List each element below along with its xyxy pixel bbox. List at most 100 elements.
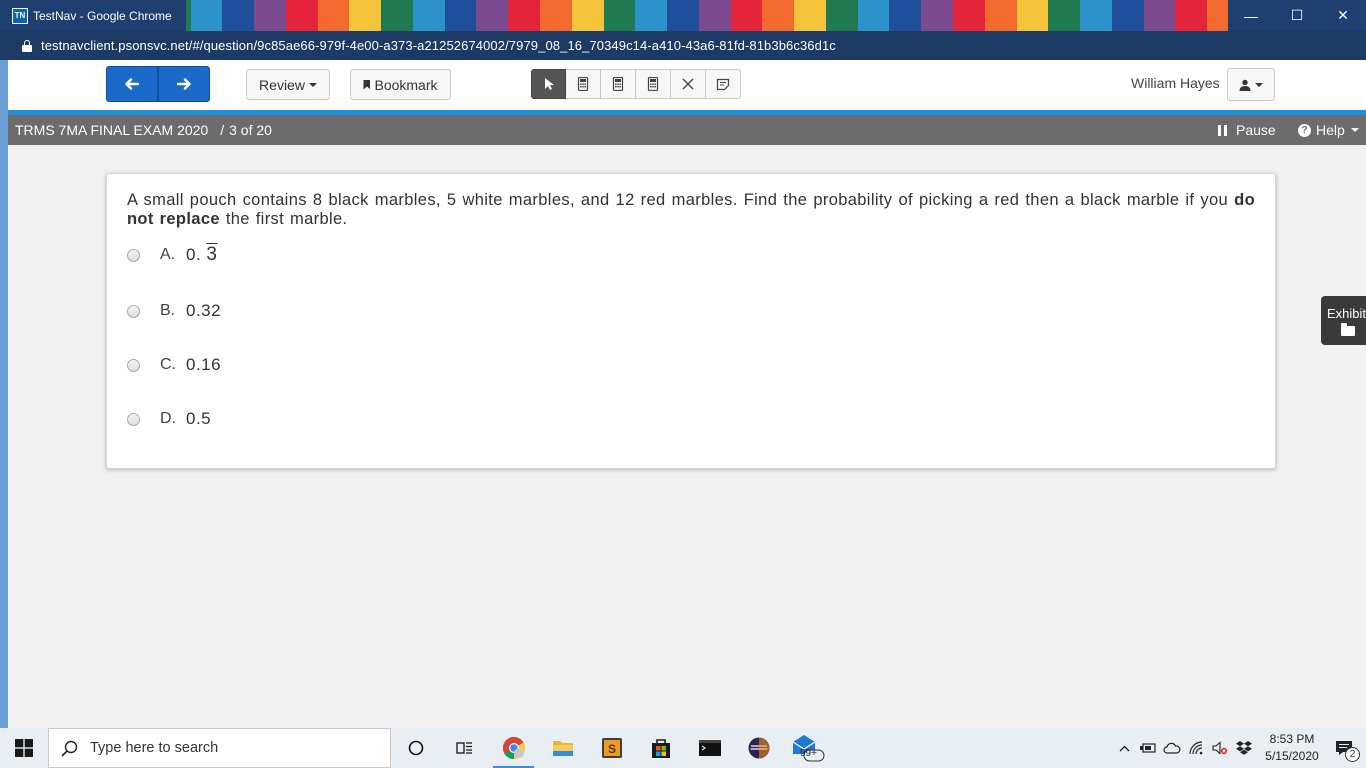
file-explorer-button[interactable]	[538, 728, 587, 768]
battery-plug-icon	[1140, 743, 1156, 753]
title-bar-stripe	[190, 0, 223, 31]
option-letter: C.	[160, 356, 176, 373]
repeating-digit: 3	[206, 244, 218, 265]
wifi-tray-icon[interactable]	[1184, 728, 1208, 768]
action-center-button[interactable]: 2	[1322, 728, 1366, 768]
battery-tray-icon[interactable]	[1136, 728, 1160, 768]
calculator-tool-button-2[interactable]	[601, 69, 636, 99]
test-name: TRMS 7MA FINAL EXAM 2020	[15, 122, 209, 138]
pause-button[interactable]: Pause	[1218, 122, 1276, 138]
previous-question-button[interactable]	[106, 66, 158, 102]
option-value: 0.16	[186, 355, 222, 374]
calculator-icon	[577, 77, 589, 91]
clock-date: 5/15/2020	[1265, 749, 1319, 763]
testnav-favicon-icon: TN	[12, 7, 28, 24]
title-bar-stripe	[1111, 0, 1144, 31]
chrome-taskbar-button[interactable]	[489, 728, 538, 768]
user-menu-button[interactable]	[1227, 68, 1275, 101]
terminal-button[interactable]	[685, 728, 734, 768]
title-bar-stripe	[476, 0, 509, 31]
option-letter: A.	[160, 246, 176, 263]
option-value-prefix: 0.	[186, 245, 202, 264]
close-button[interactable]: ✕	[1320, 0, 1366, 31]
test-info-bar: TRMS 7MA FINAL EXAM 2020 / 3 of 20 Pause…	[8, 115, 1366, 145]
browser-tab[interactable]: TN TestNav - Google Chrome	[0, 0, 186, 31]
option-letter: B.	[160, 302, 176, 319]
pause-icon	[1218, 124, 1227, 136]
radio-button[interactable]	[127, 358, 140, 372]
search-icon	[61, 740, 78, 757]
help-icon: ?	[1298, 123, 1311, 137]
title-bar-stripe	[635, 0, 668, 31]
taskbar-search-box[interactable]: Type here to search	[48, 728, 391, 768]
pointer-tool-button[interactable]	[531, 69, 566, 99]
system-clock[interactable]: 8:53 PM 5/15/2020	[1262, 731, 1322, 765]
svg-text:S: S	[607, 742, 615, 756]
start-button[interactable]	[0, 728, 48, 768]
sublime-button[interactable]: S	[587, 728, 636, 768]
title-bar-stripe	[698, 0, 731, 31]
title-bar-stripe	[508, 0, 541, 31]
show-hidden-icons-button[interactable]	[1112, 728, 1136, 768]
title-bar-stripe	[667, 0, 699, 31]
answer-option-b[interactable]: B. 0.32	[127, 296, 221, 326]
title-bar-stripe	[412, 0, 445, 31]
answer-option-d[interactable]: D. 0.5	[127, 404, 211, 434]
title-bar-stripe	[1175, 0, 1208, 31]
cloud-icon	[1163, 742, 1181, 754]
next-question-button[interactable]	[158, 66, 210, 102]
calculator-tool-button-3[interactable]	[636, 69, 671, 99]
clock-time: 8:53 PM	[1269, 732, 1315, 746]
minimize-button[interactable]: —	[1228, 0, 1274, 31]
bookmark-label: Bookmark	[374, 76, 438, 93]
review-button[interactable]: Review	[246, 69, 330, 100]
maximize-button[interactable]: ☐	[1274, 0, 1320, 31]
title-bar-stripe	[825, 0, 858, 31]
url-text[interactable]: testnavclient.psonsvc.net/#/question/9c8…	[41, 38, 836, 53]
answer-option-c[interactable]: C. 0.16	[127, 350, 221, 380]
title-bar-stripe	[1048, 0, 1081, 31]
volume-tray-icon[interactable]	[1208, 728, 1232, 768]
user-name: William Hayes	[1131, 75, 1220, 91]
bookmark-button[interactable]: Bookmark	[350, 69, 451, 100]
store-button[interactable]	[636, 728, 685, 768]
calculator-tool-button[interactable]	[566, 69, 601, 99]
pointer-icon	[544, 78, 554, 90]
answer-eliminator-icon	[682, 78, 694, 90]
title-bar-stripe	[794, 0, 826, 31]
mail-button[interactable]: 99+	[783, 728, 832, 768]
folder-icon	[1341, 323, 1355, 336]
title-bar-stripe	[571, 0, 604, 31]
answer-option-a[interactable]: A. 0. 3	[127, 240, 218, 270]
exhibits-tab[interactable]: Exhibits	[1321, 296, 1366, 345]
help-button[interactable]: ? Help	[1298, 122, 1359, 138]
notepad-tool-button[interactable]	[706, 69, 741, 99]
arrow-right-icon	[177, 78, 191, 90]
progress-separator: /	[220, 122, 225, 138]
arrow-left-icon	[125, 78, 139, 90]
cortana-button[interactable]	[391, 728, 440, 768]
eclipse-button[interactable]	[734, 728, 783, 768]
lock-icon[interactable]	[22, 39, 32, 52]
radio-button[interactable]	[127, 248, 140, 262]
calculator-icon	[612, 77, 624, 91]
title-bar-stripe	[444, 0, 477, 31]
title-bar-stripe	[984, 0, 1017, 31]
wifi-icon	[1189, 741, 1203, 755]
title-bar-stripe	[381, 0, 413, 31]
window-controls: — ☐ ✕	[1228, 0, 1366, 31]
radio-button[interactable]	[127, 304, 140, 318]
onedrive-tray-icon[interactable]	[1160, 728, 1184, 768]
radio-button[interactable]	[127, 412, 140, 426]
exhibits-label: Exhibits	[1327, 306, 1366, 321]
eclipse-icon	[748, 737, 769, 759]
tool-button-group	[531, 69, 741, 99]
review-label: Review	[259, 76, 305, 93]
option-value: 0.5	[186, 409, 212, 428]
dropbox-tray-icon[interactable]	[1232, 728, 1256, 768]
notification-count-badge: 2	[1345, 747, 1360, 762]
question-text-start: A small pouch contains 8 black marbles, …	[127, 191, 1229, 209]
answer-eliminator-button[interactable]	[671, 69, 706, 99]
task-view-button[interactable]	[440, 728, 489, 768]
address-bar[interactable]: testnavclient.psonsvc.net/#/question/9c8…	[0, 31, 1366, 60]
